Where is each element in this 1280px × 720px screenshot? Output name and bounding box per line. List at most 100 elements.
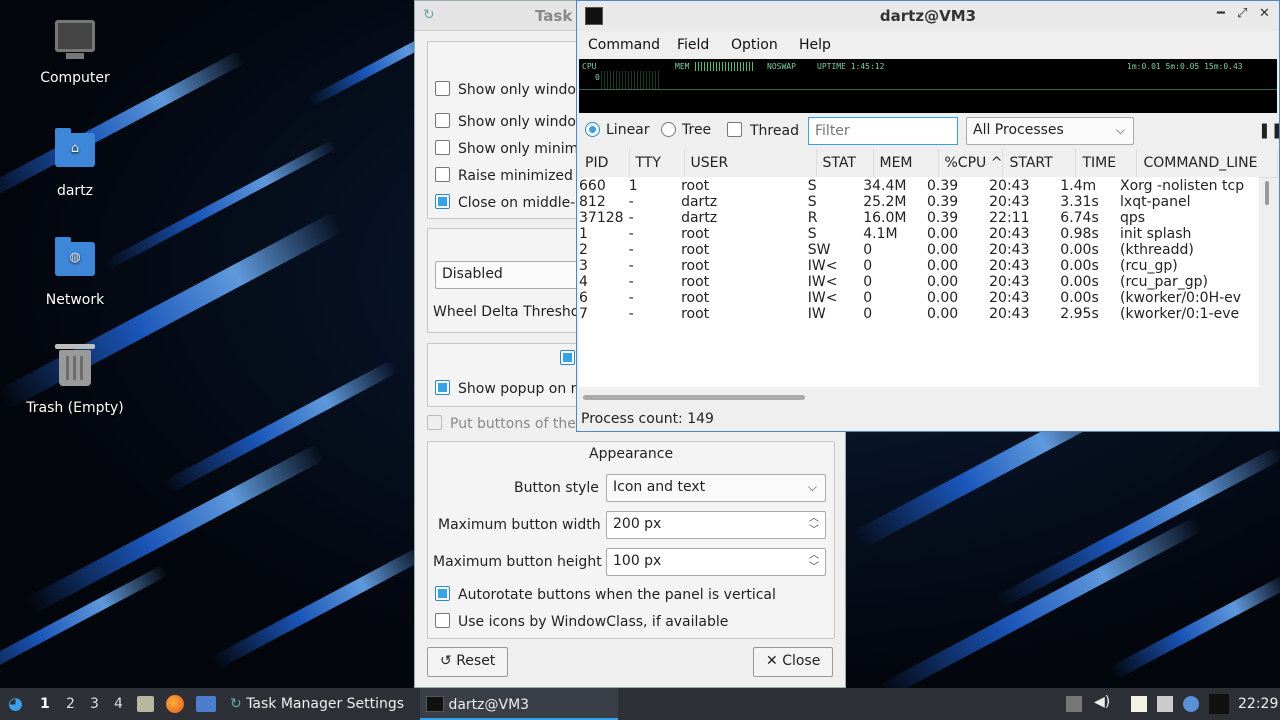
settings-app-icon: ↻ <box>423 7 435 23</box>
checkbox-box[interactable] <box>427 415 442 430</box>
keyboard-layout-icon[interactable] <box>1066 696 1082 712</box>
file-manager-icon[interactable] <box>137 696 154 712</box>
chevron-down-icon: ⌵ <box>1115 123 1125 137</box>
spin-arrows-icon[interactable]: ︿ ﹀ <box>809 550 819 574</box>
table-row[interactable]: 2 - root SW 0 0.00 20:43 0.00s (kthreadd) <box>579 242 1259 258</box>
checkbox-show-only-window-1[interactable]: Show only window <box>435 81 587 98</box>
close-button[interactable]: ✕ Close <box>753 647 834 677</box>
table-row[interactable]: 7 - root IW 0 0.00 20:43 2.95s (kworker/0:1-eve <box>579 306 1259 322</box>
radio-linear[interactable]: Linear <box>585 122 650 138</box>
column-header-tty[interactable]: TTY <box>629 149 685 178</box>
qps-titlebar[interactable]: dartz@VM3 ━ ⤢ ✕ <box>577 1 1279 31</box>
table-cell-command_line: Xorg -nolisten tcp <box>1120 178 1245 194</box>
table-cell-tty: - <box>628 290 634 306</box>
checkbox-box[interactable] <box>435 167 450 182</box>
workspace-3[interactable]: 3 <box>90 696 99 712</box>
table-row[interactable]: 3 - root IW< 0 0.00 20:43 0.00s (rcu_gp) <box>579 258 1259 274</box>
update-notifier-icon[interactable] <box>1183 696 1199 712</box>
workspace-2[interactable]: 2 <box>66 696 75 712</box>
column-header-stat[interactable]: STAT <box>816 149 874 178</box>
table-row[interactable]: 6 - root IW< 0 0.00 20:43 0.00s (kworker/0:0H-ev <box>579 290 1259 306</box>
horizontal-scrollbar[interactable] <box>583 395 805 400</box>
workspace-1[interactable]: 1 <box>40 696 50 712</box>
terminal-tray-icon[interactable] <box>1209 694 1229 714</box>
checkbox-box[interactable] <box>435 194 450 209</box>
table-cell-time: 3.31s <box>1060 194 1099 210</box>
workspace-4[interactable]: 4 <box>114 696 123 712</box>
column-header-mem[interactable]: MEM <box>873 149 939 178</box>
radio-button[interactable] <box>585 122 600 137</box>
menu-command[interactable]: Command <box>588 37 660 53</box>
table-row[interactable]: 4 - root IW< 0 0.00 20:43 0.00s (rcu_par_gp) <box>579 274 1259 290</box>
checkbox-raise-minimized[interactable]: Raise minimized v <box>435 167 586 184</box>
column-header-pid[interactable]: PID <box>579 149 630 178</box>
checkbox-box[interactable] <box>435 140 450 155</box>
radio-tree[interactable]: Tree <box>661 122 711 138</box>
column-header-time[interactable]: TIME <box>1075 149 1138 178</box>
checkbox-thread[interactable]: Thread <box>727 122 799 139</box>
network-tray-icon[interactable] <box>1157 696 1173 712</box>
checkbox-box[interactable] <box>727 122 742 137</box>
table-cell-user: dartz <box>681 210 718 226</box>
desktop-icon-network[interactable]: ◍ Network <box>20 237 130 308</box>
table-cell-pid: 6 <box>579 290 588 306</box>
checkbox-box[interactable] <box>435 613 450 628</box>
process-count-status: Process count: 149 <box>581 411 714 427</box>
close-window-icon[interactable]: ✕ <box>1259 6 1270 21</box>
checkbox-put-buttons[interactable]: Put buttons of the <box>427 415 576 432</box>
menu-option[interactable]: Option <box>731 37 778 53</box>
wheel-scroll-combo[interactable]: Disabled <box>435 261 585 289</box>
reset-button[interactable]: ↺ Reset <box>427 647 509 677</box>
table-cell-stat: R <box>807 210 818 226</box>
vertical-scrollbar[interactable] <box>1265 181 1269 205</box>
show-desktop-icon[interactable] <box>196 696 216 712</box>
column-header-user[interactable]: USER <box>684 149 817 178</box>
checkbox-show-only-minimized[interactable]: Show only minimi <box>435 140 582 157</box>
desktop-icon-home[interactable]: ⌂ dartz <box>20 128 130 199</box>
firefox-icon[interactable] <box>166 695 184 713</box>
checkbox-show-only-window-2[interactable]: Show only window <box>435 113 587 130</box>
table-cell-tty: - <box>628 258 634 274</box>
button-style-combo[interactable]: Icon and text ⌵ <box>606 474 826 502</box>
table-row[interactable]: 660 1 root S 34.4M 0.39 20:43 1.4m Xorg -noliste… <box>579 178 1259 194</box>
process-scope-combo[interactable]: All Processes ⌵ <box>966 117 1134 145</box>
checkbox-autorotate[interactable]: Autorotate buttons when the panel is ver… <box>435 586 776 603</box>
checkbox-close-on-middle-click[interactable]: Close on middle-c <box>435 194 583 211</box>
column-header-cpu[interactable]: %CPU ^ <box>938 149 1004 178</box>
pause-icon[interactable]: ❚❚ <box>1258 121 1279 139</box>
volume-icon[interactable]: ◀) <box>1094 694 1110 710</box>
desktop-icon-label: dartz <box>56 183 94 199</box>
task-button-settings[interactable]: ↻ Task Manager Settings <box>224 688 414 720</box>
clipboard-icon[interactable] <box>1131 696 1147 712</box>
checkbox-box[interactable] <box>435 113 450 128</box>
max-height-spinbox[interactable]: 100 px ︿ ﹀ <box>606 548 826 576</box>
checkbox-show-popup[interactable]: Show popup on m <box>435 380 584 397</box>
table-cell-pid: 7 <box>579 306 588 322</box>
table-cell-pid: 812 <box>579 194 606 210</box>
table-row[interactable]: 1 - root S 4.1M 0.00 20:43 0.98s init splash <box>579 226 1259 242</box>
table-cell-start: 20:43 <box>989 178 1030 194</box>
desktop-icon-trash[interactable]: Trash (Empty) <box>20 344 130 416</box>
max-width-spinbox[interactable]: 200 px ︿ ﹀ <box>606 511 826 539</box>
checkbox-box[interactable] <box>435 81 450 96</box>
table-row[interactable]: 812 - dartz S 25.2M 0.39 20:43 3.31s lxqt-panel <box>579 194 1259 210</box>
mem-bar <box>695 62 755 71</box>
checkbox-box[interactable] <box>435 380 450 395</box>
desktop-icon-computer[interactable]: Computer <box>20 20 130 86</box>
reset-icon: ↺ <box>440 653 457 669</box>
checkbox-box[interactable] <box>435 586 450 601</box>
menu-field[interactable]: Field <box>677 37 709 53</box>
minimize-icon[interactable]: ━ <box>1217 6 1225 21</box>
checkbox-box[interactable] <box>560 350 575 365</box>
table-row[interactable]: 37128- dartz R 16.0M 0.39 22:11 6.74s qps <box>579 210 1259 226</box>
start-menu-icon[interactable]: ◕ <box>8 694 23 714</box>
spin-arrows-icon[interactable]: ︿ ﹀ <box>809 513 819 537</box>
radio-button[interactable] <box>661 122 676 137</box>
maximize-icon[interactable]: ⤢ <box>1237 6 1247 21</box>
checkbox-wmclass-icons[interactable]: Use icons by WindowClass, if available <box>435 613 728 630</box>
column-header-command-line[interactable]: COMMAND_LINE <box>1136 149 1279 178</box>
column-header-start[interactable]: START <box>1002 149 1077 178</box>
filter-input[interactable] <box>808 117 958 145</box>
task-button-qps[interactable]: dartz@VM3 <box>420 688 618 720</box>
menu-help[interactable]: Help <box>799 37 831 53</box>
